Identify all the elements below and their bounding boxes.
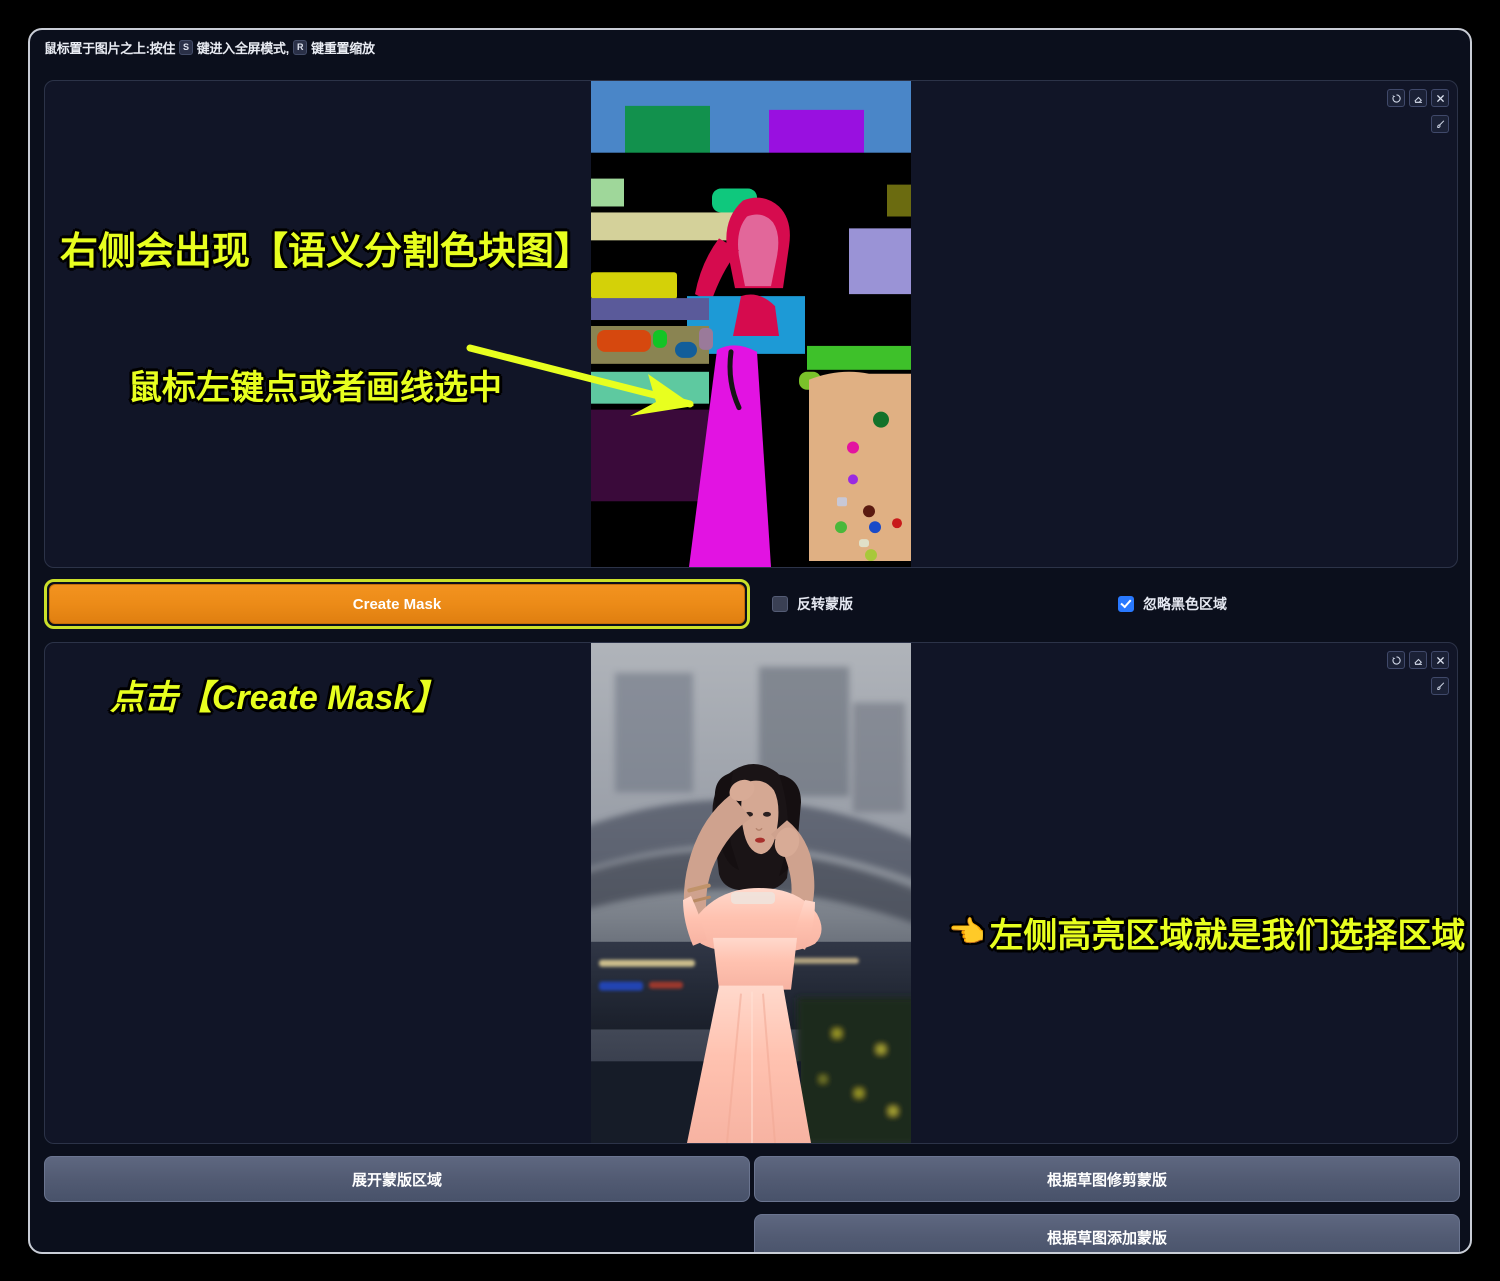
brush-icon[interactable]: [1431, 115, 1449, 133]
annotation-highlight-region: 👈 左侧高亮区域就是我们选择区域: [948, 908, 1465, 957]
reset-zoom-icon[interactable]: [1387, 89, 1405, 107]
create-mask-button[interactable]: Create Mask: [49, 584, 745, 624]
action-row: Create Mask 反转蒙版 忽略黑色区域: [44, 576, 1458, 632]
eraser-icon[interactable]: [1409, 651, 1427, 669]
annotation-click-select: 鼠标左键点或者画线选中: [128, 369, 502, 407]
invert-mask-checkbox-group[interactable]: 反转蒙版: [772, 594, 853, 614]
close-icon[interactable]: [1431, 651, 1449, 669]
ignore-black-checkbox[interactable]: [1118, 596, 1134, 612]
hint-prefix: 鼠标置于图片之上:按住: [44, 41, 176, 56]
annotation-click-button: 点击【Create Mask】: [110, 679, 447, 717]
expand-mask-button[interactable]: 展开蒙版区域: [44, 1156, 750, 1202]
mask-editor-window: 鼠标置于图片之上:按住 S 键进入全屏模式, R 键重置缩放 Create Ma…: [28, 28, 1472, 1254]
create-mask-highlight: Create Mask: [44, 579, 750, 629]
segmentation-panel[interactable]: [44, 80, 1458, 568]
segmentation-tool-cluster: [1383, 89, 1449, 133]
brush-icon[interactable]: [1431, 677, 1449, 695]
segmentation-image[interactable]: [591, 81, 911, 567]
invert-mask-label: 反转蒙版: [797, 596, 853, 612]
annotation-segmentation: 右侧会出现【语义分割色块图】: [60, 231, 593, 273]
hint-suffix: 键重置缩放: [311, 41, 375, 56]
hint-mid: 键进入全屏模式,: [196, 41, 290, 56]
eraser-icon[interactable]: [1409, 89, 1427, 107]
reset-zoom-icon[interactable]: [1387, 651, 1405, 669]
photo-tool-cluster: [1383, 651, 1449, 695]
trim-mask-by-sketch-button[interactable]: 根据草图修剪蒙版: [754, 1156, 1460, 1202]
ignore-black-label: 忽略黑色区域: [1143, 596, 1227, 612]
key-r: R: [292, 40, 308, 55]
pointing-hand-icon: 👈: [948, 916, 986, 949]
photo-image[interactable]: [591, 643, 911, 1143]
add-mask-by-sketch-button[interactable]: 根据草图添加蒙版: [754, 1214, 1460, 1252]
ignore-black-checkbox-group[interactable]: 忽略黑色区域: [1118, 594, 1227, 614]
hint-text: 鼠标置于图片之上:按住 S 键进入全屏模式, R 键重置缩放: [44, 38, 1470, 57]
segmentation-map-svg[interactable]: [591, 81, 911, 567]
close-icon[interactable]: [1431, 89, 1449, 107]
key-s: S: [179, 40, 193, 55]
annotation-highlight-text: 左侧高亮区域就是我们选择区域: [989, 917, 1466, 955]
photo-preview-svg[interactable]: [591, 643, 911, 1143]
hint-bar: 鼠标置于图片之上:按住 S 键进入全屏模式, R 键重置缩放: [30, 30, 1470, 70]
invert-mask-checkbox[interactable]: [772, 596, 788, 612]
